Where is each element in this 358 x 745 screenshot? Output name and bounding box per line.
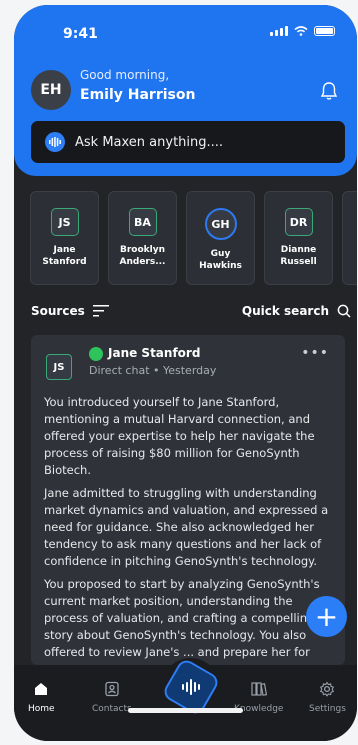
- nav-contacts-label: Contacts: [92, 704, 132, 714]
- ask-input[interactable]: Ask Maxen anything....: [31, 121, 345, 163]
- card-summary: You introduced yourself to Jane Stanford…: [44, 394, 334, 665]
- home-indicator: [128, 708, 243, 713]
- wifi-icon: [294, 25, 308, 36]
- summary-paragraph: You introduced yourself to Jane Stanford…: [44, 395, 315, 477]
- greeting-text: Good morning,: [80, 68, 170, 82]
- more-options-icon[interactable]: •••: [301, 345, 329, 361]
- bell-icon[interactable]: [320, 81, 338, 101]
- contact-avatar: BA: [128, 208, 157, 236]
- filter-icon: [92, 305, 109, 317]
- whatsapp-icon: [89, 347, 103, 361]
- sources-label: Sources: [31, 304, 85, 318]
- add-button[interactable]: +: [306, 596, 347, 637]
- card-contact-name: Jane Stanford: [108, 346, 201, 360]
- status-icons: [270, 25, 335, 36]
- recent-contacts: JS Jane Stanford BA Brooklyn Anders... GH …: [30, 191, 357, 287]
- contact-avatar: JS: [50, 208, 79, 236]
- avatar[interactable]: EH: [31, 70, 71, 110]
- nav-home[interactable]: Home: [28, 681, 55, 714]
- search-icon: [337, 304, 351, 318]
- ask-placeholder: Ask Maxen anything....: [75, 134, 224, 150]
- quick-search-label: Quick search: [241, 304, 329, 318]
- contact-card[interactable]: GH Guy Hawkins: [186, 191, 255, 285]
- contacts-icon: [105, 681, 119, 697]
- card-avatar: JS: [46, 354, 72, 380]
- gear-icon: [320, 681, 335, 697]
- home-icon: [35, 683, 48, 695]
- contact-card[interactable]: BA Brooklyn Anders...: [108, 191, 177, 285]
- maxen-center-button[interactable]: [160, 656, 221, 717]
- contact-avatar: GH: [204, 208, 237, 240]
- books-icon: [251, 682, 267, 696]
- contact-name: BrA: [346, 244, 358, 268]
- sources-filter-button[interactable]: Sources: [31, 304, 109, 318]
- card-subtitle: Direct chat • Yesterday: [89, 364, 217, 377]
- quick-search-button[interactable]: Quick search: [242, 304, 351, 318]
- contact-name: Dianne Russell: [280, 245, 317, 267]
- header: 9:41 EH Good morning, Emily Harrison Ask…: [14, 5, 357, 176]
- nav-settings-label: Settings: [309, 704, 346, 714]
- maxen-logo-icon: [45, 132, 65, 152]
- battery-icon: [314, 25, 335, 36]
- nav-settings[interactable]: Settings: [309, 681, 346, 714]
- summary-paragraph: Jane admitted to struggling with underst…: [44, 486, 329, 568]
- contact-name: Brooklyn Anders...: [119, 245, 166, 267]
- nav-home-label: Home: [28, 704, 55, 714]
- contact-name: Jane Stanford: [42, 245, 87, 267]
- sources-toolbar: Sources Quick search: [31, 301, 351, 321]
- contact-card[interactable]: JS Jane Stanford: [30, 191, 99, 285]
- summary-paragraph: You proposed to start by analyzing GenoS…: [44, 577, 320, 659]
- contact-name: Guy Hawkins: [199, 249, 242, 271]
- user-name: Emily Harrison: [80, 87, 196, 103]
- contact-card[interactable]: DR Dianne Russell: [264, 191, 333, 285]
- nav-contacts[interactable]: Contacts: [92, 681, 132, 714]
- contact-card[interactable]: B BrA: [342, 191, 357, 285]
- conversation-card[interactable]: JS Jane Stanford Direct chat • Yesterday…: [31, 335, 345, 665]
- signal-icon: [270, 25, 288, 36]
- status-time: 9:41: [63, 26, 98, 42]
- phone-screen: 9:41 EH Good morning, Emily Harrison Ask…: [14, 5, 357, 741]
- contact-avatar: DR: [284, 208, 313, 236]
